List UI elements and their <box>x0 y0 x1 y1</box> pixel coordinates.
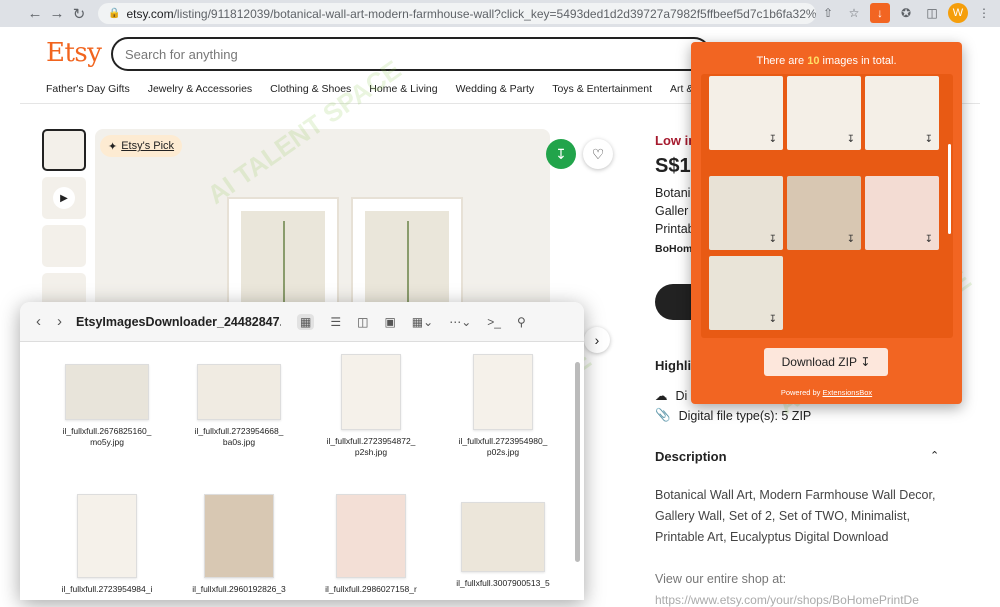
back-icon[interactable]: ← <box>24 3 46 25</box>
download-icon: ↧ <box>846 234 855 245</box>
profile-avatar[interactable]: W <box>948 3 968 23</box>
popup-image[interactable]: ↧ <box>709 256 783 330</box>
file-item[interactable]: il_fullxfull.2986027158_r <box>306 494 436 595</box>
reload-icon[interactable]: ↻ <box>68 3 90 25</box>
popup-image[interactable]: ↧ <box>709 76 783 150</box>
thumbnail-image[interactable] <box>42 129 86 171</box>
column-view-icon[interactable]: ◫ <box>357 315 368 329</box>
sparkle-icon: ✦ <box>108 140 118 153</box>
popup-image[interactable]: ↧ <box>865 76 939 150</box>
file-item[interactable]: il_fullxfull.2723954872_ p2sh.jpg <box>306 354 436 458</box>
file-item[interactable]: il_fullxfull.2723954984_i <box>42 494 172 595</box>
gallery-view-icon[interactable]: ▣ <box>384 315 395 329</box>
chevron-up-icon[interactable]: ⌃ <box>930 449 939 462</box>
list-view-icon[interactable]: ☰ <box>330 315 341 329</box>
search-icon[interactable]: ⚲ <box>517 315 526 329</box>
forward-icon[interactable]: › <box>57 313 62 330</box>
listing-title: Botani Galler Printab <box>655 186 695 236</box>
icon-view-icon[interactable]: ▦ <box>297 313 315 330</box>
more-actions-icon[interactable]: ⋯⌄ <box>449 315 471 329</box>
etsy-logo[interactable]: Etsy <box>46 38 102 68</box>
download-icon: ↧ <box>924 134 933 145</box>
download-icon: ↧ <box>768 234 777 245</box>
popup-scrollbar[interactable] <box>948 144 951 234</box>
description-title[interactable]: Description <box>655 449 727 464</box>
cloud-download-icon: ☁ <box>655 389 668 403</box>
category-link[interactable]: Father's Day Gifts <box>46 83 130 95</box>
group-icon[interactable]: ▦⌄ <box>412 315 433 329</box>
finder-scrollbar[interactable] <box>575 362 580 562</box>
image-grid: ↧ ↧ ↧ ↧ ↧ ↧ ↧ <box>701 74 953 338</box>
downloader-popup: There are 10 images in total. ↧ ↧ ↧ ↧ ↧ … <box>691 42 962 404</box>
price: S$1 <box>655 155 691 177</box>
side-panel-icon[interactable]: ◫ <box>922 3 942 23</box>
favorite-heart-button[interactable]: ♡ <box>583 139 613 169</box>
forward-icon[interactable]: → <box>46 3 68 25</box>
category-link[interactable]: Jewelry & Accessories <box>148 83 252 95</box>
category-link[interactable]: Wedding & Party <box>456 83 535 95</box>
file-item[interactable]: il_fullxfull.3007900513_5 <box>438 494 568 589</box>
download-icon: ↧ <box>768 134 777 145</box>
thumbnail-video[interactable]: ▶ <box>42 177 86 219</box>
add-to-cart-button[interactable] <box>655 284 695 320</box>
etsys-pick-badge[interactable]: ✦ Etsy's Pick <box>100 135 183 157</box>
finder-window: ‹ › EtsyImagesDownloader_24482847... ▦ ☰… <box>20 302 584 600</box>
category-link[interactable]: Art & <box>670 83 693 95</box>
powered-by: Powered by ExtensionsBox <box>780 388 873 397</box>
category-link[interactable]: Toys & Entertainment <box>552 83 652 95</box>
popup-image[interactable]: ↧ <box>787 176 861 250</box>
finder-toolbar: ‹ › EtsyImagesDownloader_24482847... ▦ ☰… <box>20 302 584 342</box>
shop-link-label: View our entire shop at: <box>655 572 787 586</box>
file-item[interactable]: il_fullxfull.2723954980_ p02s.jpg <box>438 354 568 458</box>
download-icon: ↧ <box>768 314 777 325</box>
category-link[interactable]: Clothing & Shoes <box>270 83 351 95</box>
terminal-icon[interactable]: >_ <box>487 315 501 329</box>
back-icon[interactable]: ‹ <box>36 313 41 330</box>
download-icon: ↧ <box>924 234 933 245</box>
download-zip-button[interactable]: Download ZIP ↧ <box>764 348 888 376</box>
image-count-header: There are 10 images in total. <box>756 55 897 67</box>
browser-toolbar: ← → ↻ 🔒 etsy.com/listing/911812039/botan… <box>0 0 1000 27</box>
downloader-extension-icon[interactable]: ↓ <box>870 3 890 23</box>
file-grid: il_fullxfull.2676825160_ mo5y.jpg il_full… <box>20 342 584 600</box>
lock-icon: 🔒 <box>108 8 121 19</box>
popup-image[interactable]: ↧ <box>709 176 783 250</box>
shop-url[interactable]: https://www.etsy.com/your/shops/BoHomePr… <box>655 593 919 607</box>
next-image-arrow[interactable]: › <box>584 327 610 353</box>
extensionsbox-link[interactable]: ExtensionsBox <box>823 388 873 397</box>
main-product-image[interactable] <box>95 129 550 319</box>
search-input[interactable]: Search for anything <box>111 37 711 71</box>
thumbnail-strip: ▶ <box>42 129 86 315</box>
menu-kebab-icon[interactable]: ⋮ <box>974 3 994 23</box>
download-images-button[interactable]: ↧ <box>546 139 576 169</box>
frame-artwork <box>351 197 463 319</box>
highlight-download: ☁ Di <box>655 388 688 404</box>
low-stock-label: Low in <box>655 133 697 148</box>
download-icon: ↧ <box>860 355 871 369</box>
category-link[interactable]: Home & Living <box>369 83 437 95</box>
share-icon[interactable]: ⇧ <box>818 3 838 23</box>
thumbnail-image[interactable] <box>42 225 86 267</box>
folder-title: EtsyImagesDownloader_24482847... <box>76 314 281 329</box>
file-item[interactable]: il_fullxfull.2723954668_ ba0s.jpg <box>174 354 304 448</box>
paperclip-icon: 📎 <box>655 408 671 422</box>
address-bar[interactable]: 🔒 etsy.com/listing/911812039/botanical-w… <box>98 3 816 24</box>
popup-image[interactable]: ↧ <box>865 176 939 250</box>
url-host: etsy.com <box>126 6 174 21</box>
frame-artwork <box>227 197 339 319</box>
file-item[interactable]: il_fullxfull.2676825160_ mo5y.jpg <box>42 354 172 448</box>
category-nav: Father's Day Gifts Jewelry & Accessories… <box>46 83 693 95</box>
highlight-filetype: 📎 Digital file type(s): 5 ZIP <box>655 408 812 423</box>
file-item[interactable]: il_fullxfull.2960192826_3 <box>174 494 304 595</box>
puzzle-extensions-icon[interactable]: ✪ <box>896 3 916 23</box>
play-icon: ▶ <box>53 187 75 209</box>
url-path: /listing/911812039/botanical-wall-art-mo… <box>173 6 816 21</box>
description-body: Botanical Wall Art, Modern Farmhouse Wal… <box>655 488 936 544</box>
download-icon: ↧ <box>846 134 855 145</box>
popup-image[interactable]: ↧ <box>787 76 861 150</box>
bookmark-star-icon[interactable]: ☆ <box>844 3 864 23</box>
